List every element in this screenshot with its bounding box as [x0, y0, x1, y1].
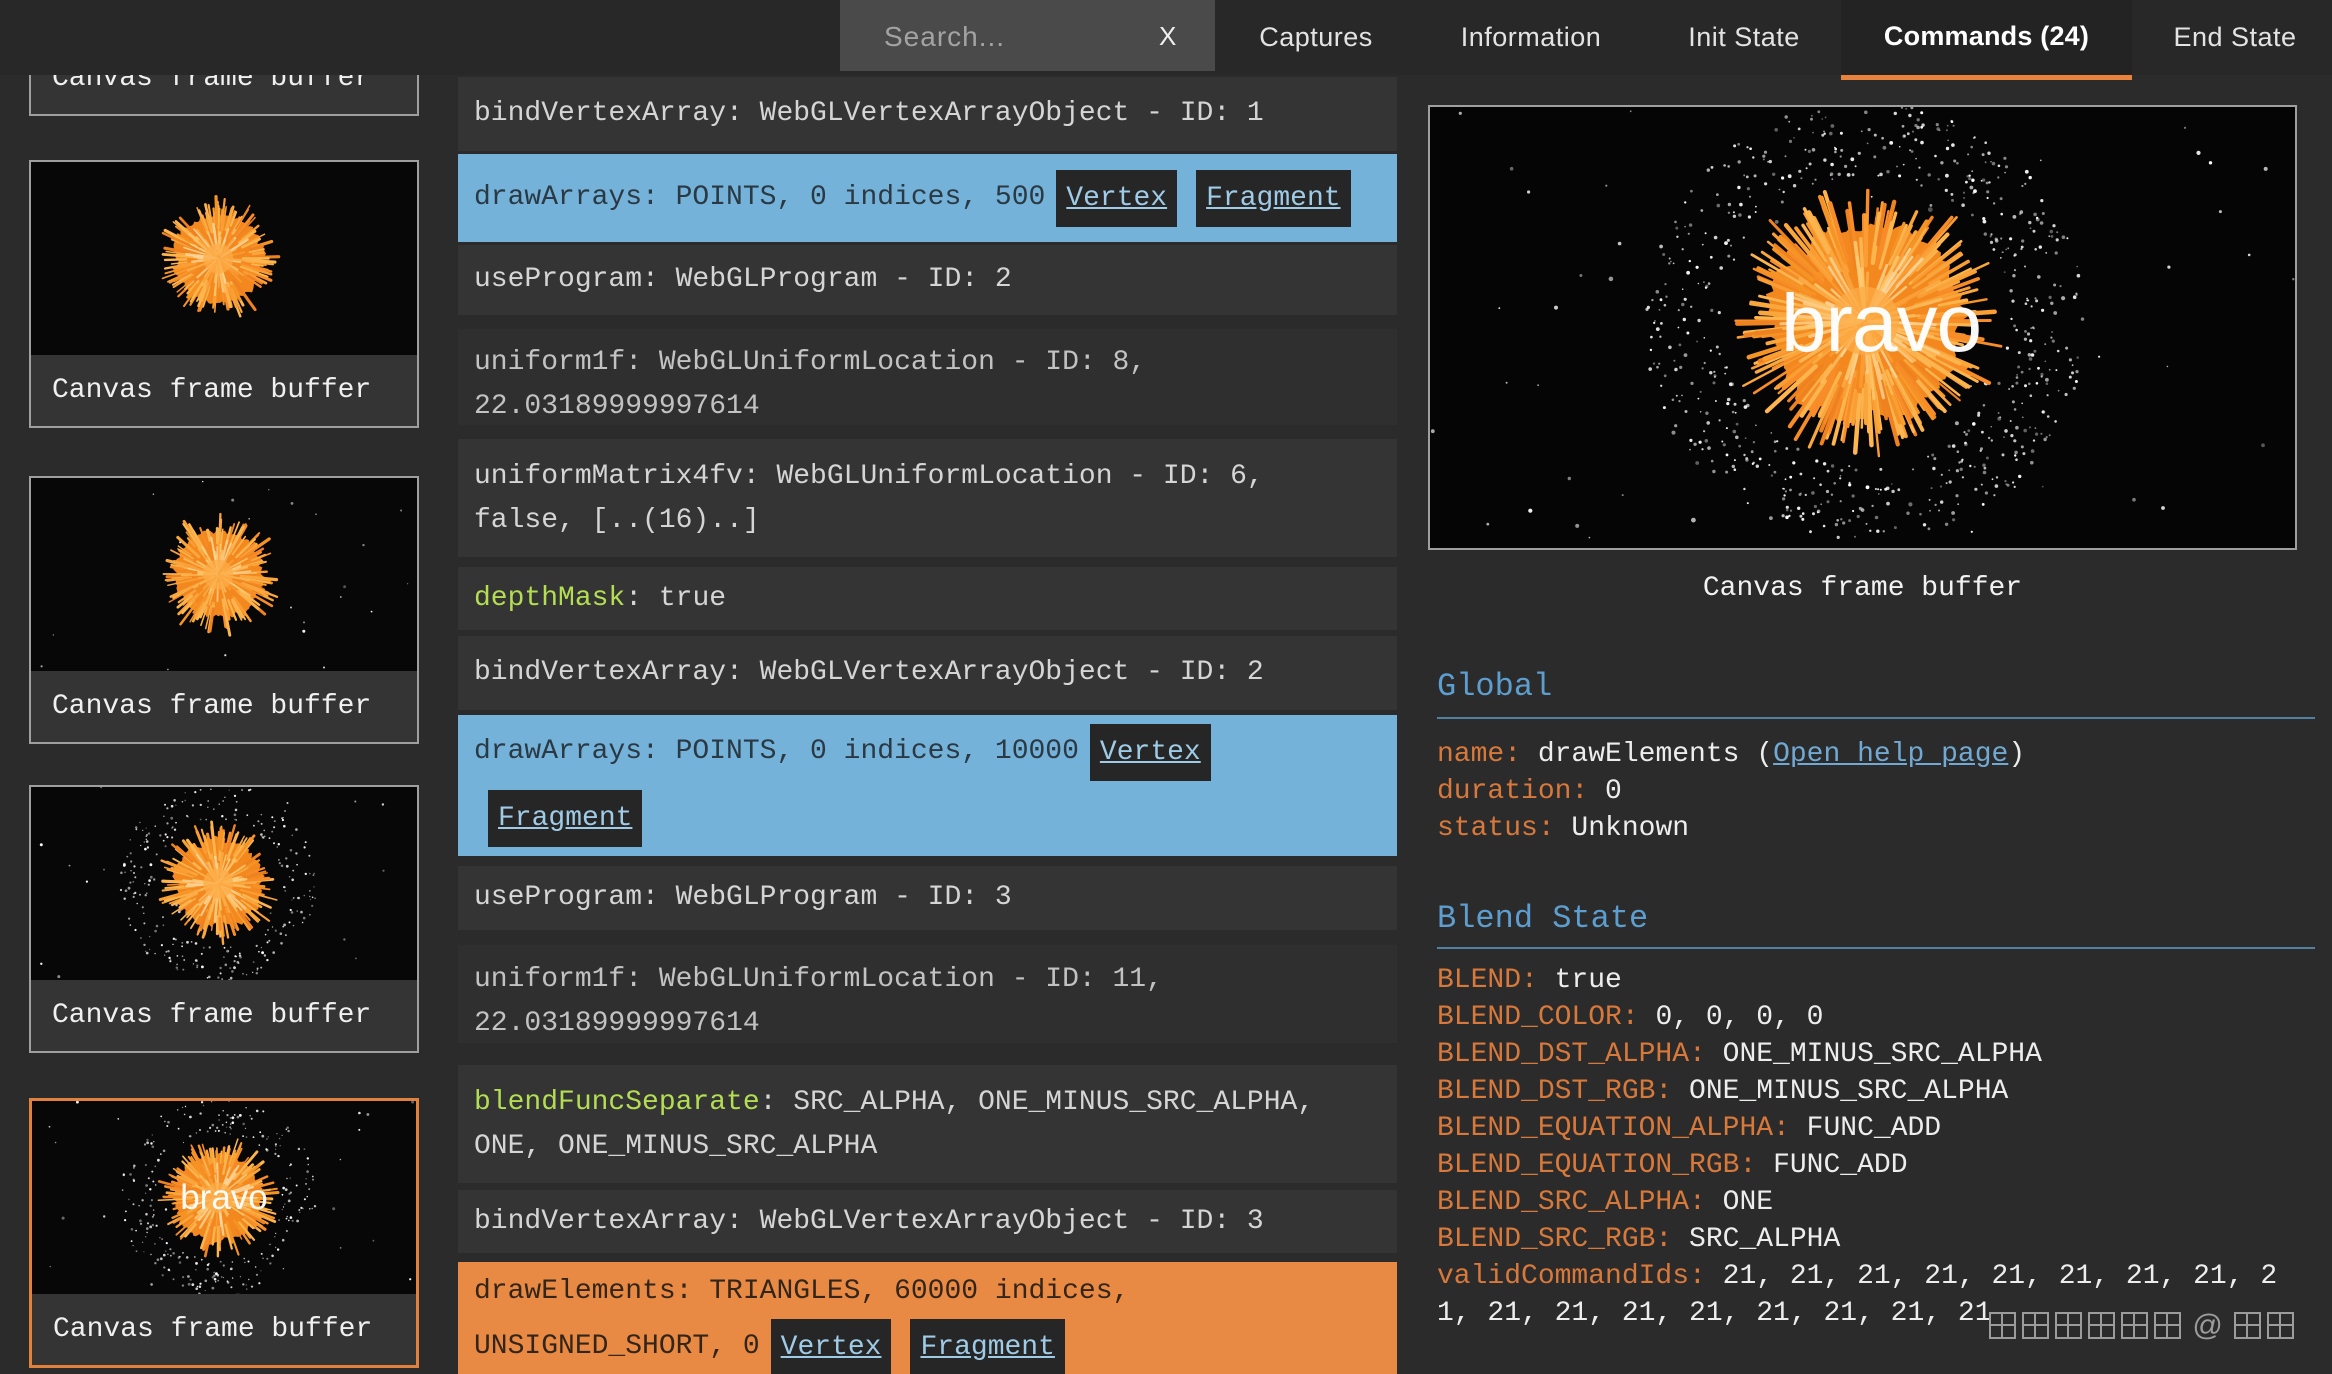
svg-text:bravo: bravo	[1781, 278, 1981, 369]
svg-text:bravo: bravo	[180, 1178, 268, 1217]
